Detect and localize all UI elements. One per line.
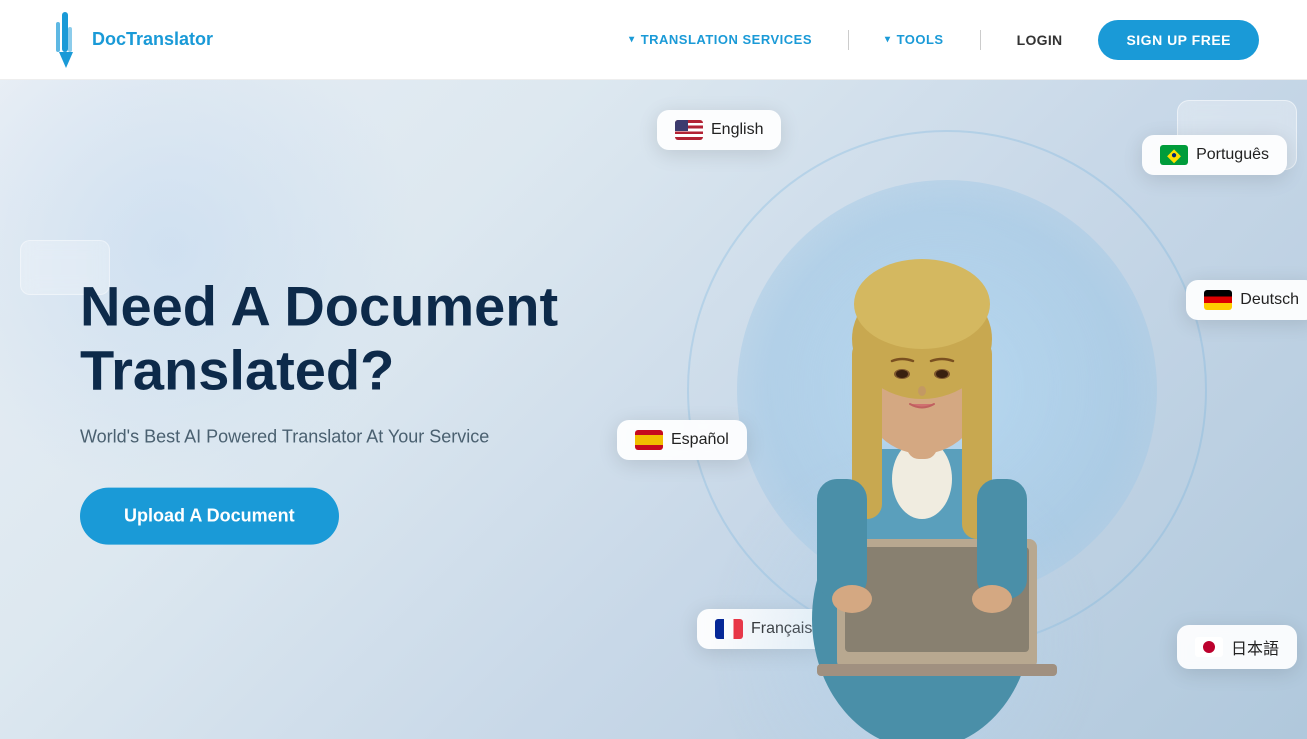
hero-section: Need A Document Translated? World's Best… xyxy=(0,80,1307,739)
badge-portuguese: Português xyxy=(1142,135,1287,175)
upload-document-button[interactable]: Upload A Document xyxy=(80,488,339,545)
chevron-down-icon: ▾ xyxy=(885,34,891,45)
nav-tools[interactable]: ▾ TOOLS xyxy=(885,32,944,47)
badge-japanese-label: 日本語 xyxy=(1231,635,1279,659)
hero-subtitle: World's Best AI Powered Translator At Yo… xyxy=(80,427,558,448)
logo[interactable]: DocTranslator xyxy=(48,12,213,68)
navigation: ▾ TRANSLATION SERVICES ▾ TOOLS LOGIN SIG… xyxy=(629,20,1259,60)
nav-translation-services[interactable]: ▾ TRANSLATION SERVICES xyxy=(629,32,812,47)
logo-text: DocTranslator xyxy=(92,29,213,50)
badge-japanese: 日本語 xyxy=(1177,625,1297,669)
flag-us xyxy=(675,120,703,140)
flag-br xyxy=(1160,145,1188,165)
flag-es xyxy=(635,430,663,450)
chevron-down-icon: ▾ xyxy=(629,34,635,45)
nav-separator-1 xyxy=(848,30,849,50)
badge-english-label: English xyxy=(711,121,763,139)
flag-de xyxy=(1204,290,1232,310)
logo-icon xyxy=(48,12,84,68)
character-illustration xyxy=(737,139,1107,739)
flag-jp xyxy=(1195,637,1223,657)
hero-title: Need A Document Translated? xyxy=(80,274,558,403)
badge-espanol: Español xyxy=(617,420,747,460)
hero-left-content: Need A Document Translated? World's Best… xyxy=(80,274,558,545)
badge-espanol-label: Español xyxy=(671,431,729,449)
badge-deutsch-label: Deutsch xyxy=(1240,291,1299,309)
signup-button[interactable]: SIGN UP FREE xyxy=(1098,20,1259,60)
hero-right-illustration: English Português Deutsch Español França… xyxy=(607,80,1307,739)
header: DocTranslator ▾ TRANSLATION SERVICES ▾ T… xyxy=(0,0,1307,80)
badge-portuguese-label: Português xyxy=(1196,146,1269,164)
nav-separator-2 xyxy=(980,30,981,50)
nav-login[interactable]: LOGIN xyxy=(1017,32,1063,48)
badge-deutsch: Deutsch xyxy=(1186,280,1307,320)
